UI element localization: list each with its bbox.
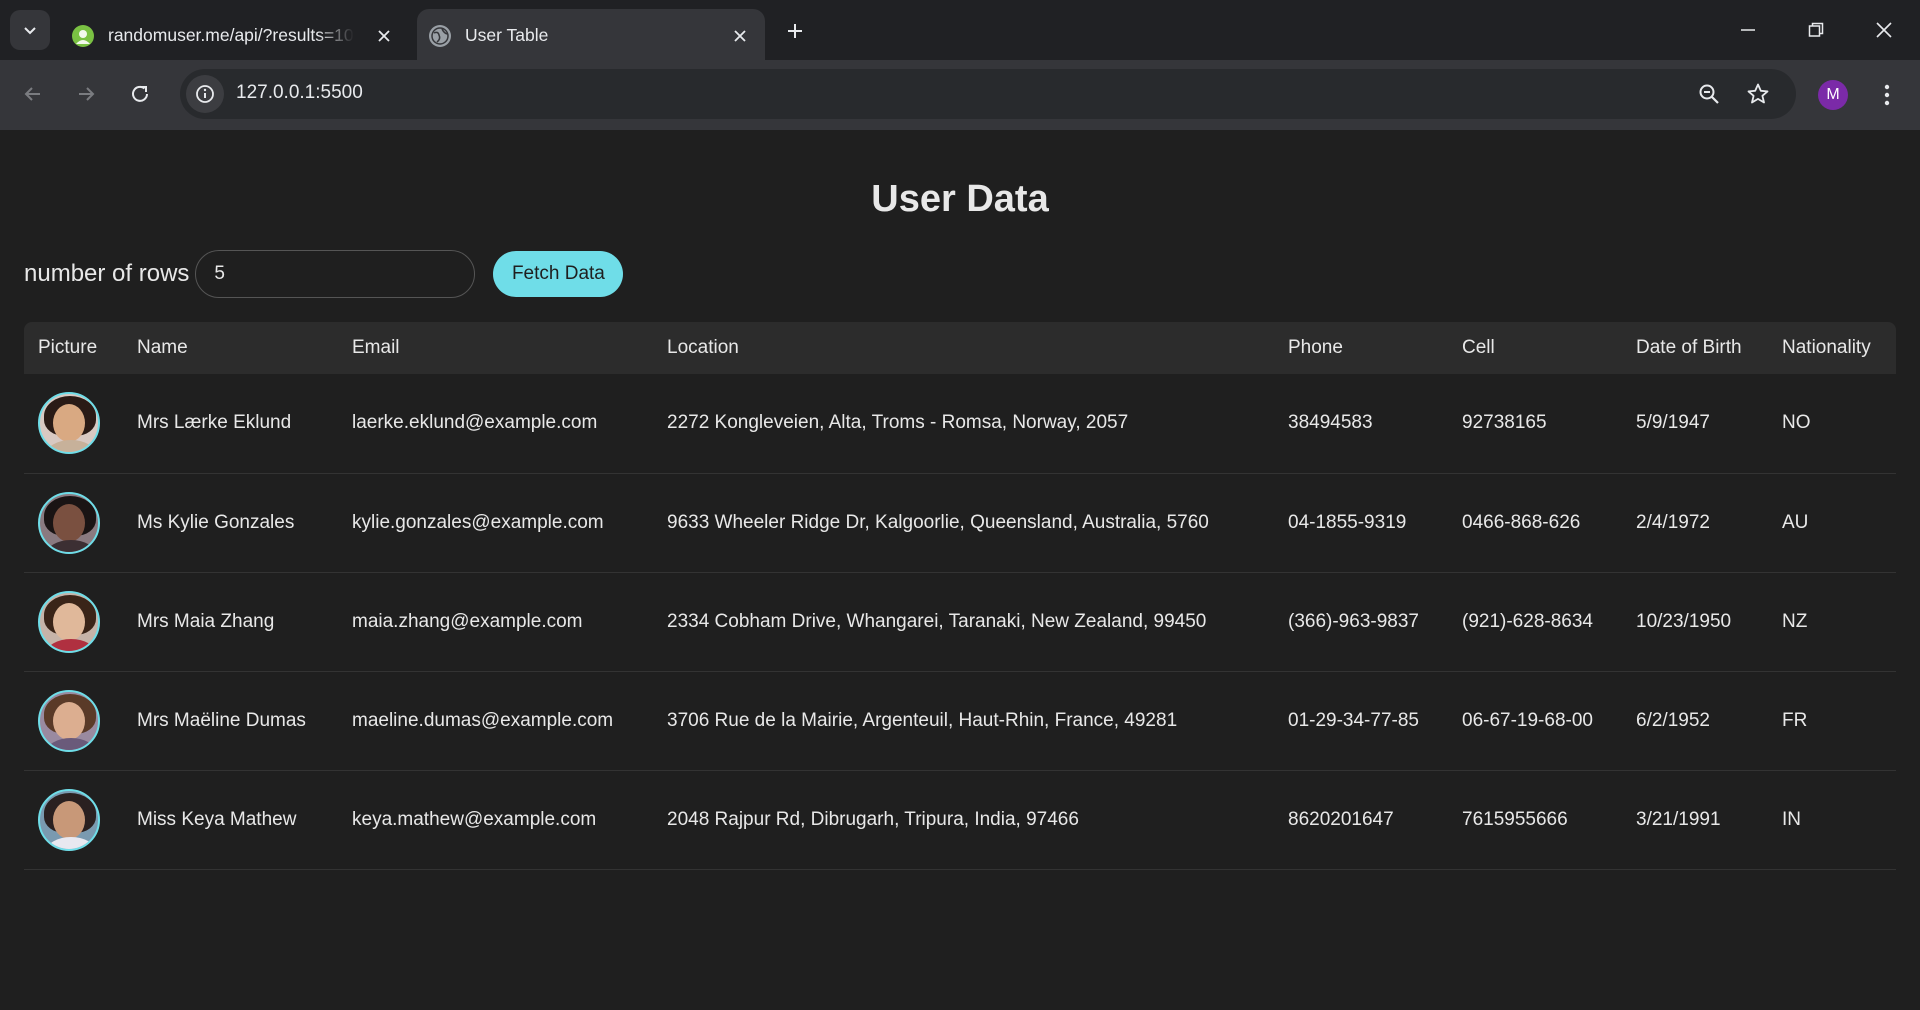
arrow-left-icon	[24, 87, 40, 101]
user-cell: (921)-628-8634	[1462, 610, 1593, 632]
user-name: Mrs Maëline Dumas	[137, 709, 306, 731]
table-header-row: Picture Name Email Location Phone Cell D…	[24, 322, 1896, 374]
user-location: 2334 Cobham Drive, Whangarei, Taranaki, …	[667, 610, 1207, 632]
close-icon	[1876, 22, 1892, 38]
table-row: Mrs Maëline Dumas maeline.dumas@example.…	[24, 671, 1896, 770]
user-nationality: NO	[1782, 412, 1811, 434]
column-header-phone: Phone	[1288, 337, 1343, 358]
user-nationality: IN	[1782, 808, 1801, 830]
user-nationality: NZ	[1782, 610, 1808, 632]
star-icon	[1747, 83, 1769, 104]
tab-randomuser[interactable]: randomuser.me/api/?results=10	[60, 9, 410, 60]
column-header-email: Email	[352, 337, 400, 358]
chevron-down-icon	[24, 27, 36, 35]
table-row: Ms Kylie Gonzales kylie.gonzales@example…	[24, 473, 1896, 572]
site-info-button[interactable]	[186, 75, 224, 113]
url-text[interactable]: 127.0.0.1:5500	[236, 82, 363, 104]
bookmark-button[interactable]	[1743, 79, 1773, 109]
tab-title: User Table	[465, 25, 549, 45]
close-icon[interactable]	[728, 24, 752, 48]
zoom-out-icon	[1699, 84, 1719, 104]
user-phone: 8620201647	[1288, 808, 1394, 830]
randomuser-favicon-icon	[72, 25, 94, 47]
rows-input[interactable]	[195, 250, 476, 298]
forward-button[interactable]	[68, 76, 104, 112]
user-cell: 06-67-19-68-00	[1462, 709, 1593, 731]
user-email: maia.zhang@example.com	[352, 610, 583, 632]
user-avatar	[38, 689, 100, 752]
user-location: 2272 Kongleveien, Alta, Troms - Romsa, N…	[667, 412, 1129, 434]
user-avatar	[38, 392, 100, 455]
user-avatar	[38, 788, 100, 851]
user-phone: 04-1855-9319	[1288, 511, 1407, 533]
user-name: Ms Kylie Gonzales	[137, 511, 295, 533]
plus-icon	[788, 24, 802, 38]
new-tab-button[interactable]	[782, 18, 808, 44]
table-row: Miss Keya Mathew keya.mathew@example.com…	[24, 770, 1896, 869]
user-table: Picture Name Email Location Phone Cell D…	[24, 322, 1896, 870]
column-header-dob: Date of Birth	[1636, 337, 1742, 358]
user-name: Miss Keya Mathew	[137, 808, 297, 830]
table-row: Mrs Lærke Eklund laerke.eklund@example.c…	[24, 374, 1896, 473]
user-location: 9633 Wheeler Ridge Dr, Kalgoorlie, Queen…	[667, 511, 1209, 533]
back-button[interactable]	[15, 76, 51, 112]
restore-icon	[1808, 22, 1824, 37]
globe-icon	[429, 25, 451, 47]
tab-title: randomuser.me/api/?results=10	[108, 25, 354, 45]
user-cell: 7615955666	[1462, 808, 1568, 830]
user-phone: 38494583	[1288, 412, 1373, 434]
user-cell: 92738165	[1462, 412, 1547, 434]
column-header-nationality: Nationality	[1782, 337, 1871, 358]
user-dob: 5/9/1947	[1636, 412, 1710, 434]
user-cell: 0466-868-626	[1462, 511, 1581, 533]
rows-label: number of rows	[24, 260, 190, 287]
browser-toolbar: 127.0.0.1:5500 M	[0, 60, 1920, 130]
user-avatar	[38, 590, 100, 653]
column-header-name: Name	[137, 337, 188, 358]
minimize-button[interactable]	[1730, 12, 1766, 48]
table-row: Mrs Maia Zhang maia.zhang@example.com 23…	[24, 572, 1896, 671]
user-location: 3706 Rue de la Mairie, Argenteuil, Haut-…	[667, 709, 1178, 731]
page-content: User Data number of rows Fetch Data Pict…	[0, 130, 1920, 1010]
profile-avatar[interactable]: M	[1818, 80, 1848, 110]
user-email: maeline.dumas@example.com	[352, 709, 614, 731]
user-email: keya.mathew@example.com	[352, 808, 597, 830]
user-dob: 6/2/1952	[1636, 709, 1710, 731]
tab-search-button[interactable]	[10, 10, 50, 50]
page-title: User Data	[871, 178, 1049, 220]
user-phone: 01-29-34-77-85	[1288, 709, 1419, 731]
user-name: Mrs Maia Zhang	[137, 610, 275, 632]
column-header-location: Location	[667, 337, 739, 358]
tab-user-table[interactable]: User Table	[417, 9, 765, 60]
reload-button[interactable]	[122, 76, 158, 112]
fetch-data-button[interactable]: Fetch Data	[493, 251, 624, 297]
restore-button[interactable]	[1798, 12, 1834, 48]
address-bar[interactable]: 127.0.0.1:5500	[180, 69, 1796, 119]
user-name: Mrs Lærke Eklund	[137, 412, 292, 434]
close-icon[interactable]	[372, 24, 396, 48]
zoom-button[interactable]	[1694, 79, 1724, 109]
browser-menu-button[interactable]	[1870, 78, 1904, 112]
arrow-right-icon	[79, 87, 95, 101]
kebab-menu-icon	[1884, 84, 1890, 106]
row-controls: number of rows Fetch Data	[24, 250, 624, 298]
user-email: laerke.eklund@example.com	[352, 412, 598, 434]
user-nationality: FR	[1782, 709, 1808, 731]
user-dob: 3/21/1991	[1636, 808, 1721, 830]
user-dob: 2/4/1972	[1636, 511, 1710, 533]
column-header-picture: Picture	[38, 337, 98, 358]
tab-strip: randomuser.me/api/?results=10 User Table	[0, 0, 1920, 60]
reload-icon	[132, 85, 148, 102]
close-window-button[interactable]	[1866, 12, 1902, 48]
minimize-icon	[1741, 29, 1755, 31]
user-phone: (366)-963-9837	[1288, 610, 1419, 632]
user-dob: 10/23/1950	[1636, 610, 1732, 632]
user-avatar	[38, 491, 100, 554]
info-icon	[196, 85, 214, 103]
column-header-cell: Cell	[1462, 337, 1495, 358]
user-email: kylie.gonzales@example.com	[352, 511, 604, 533]
user-nationality: AU	[1782, 511, 1809, 533]
user-location: 2048 Rajpur Rd, Dibrugarh, Tripura, Indi…	[667, 808, 1079, 830]
